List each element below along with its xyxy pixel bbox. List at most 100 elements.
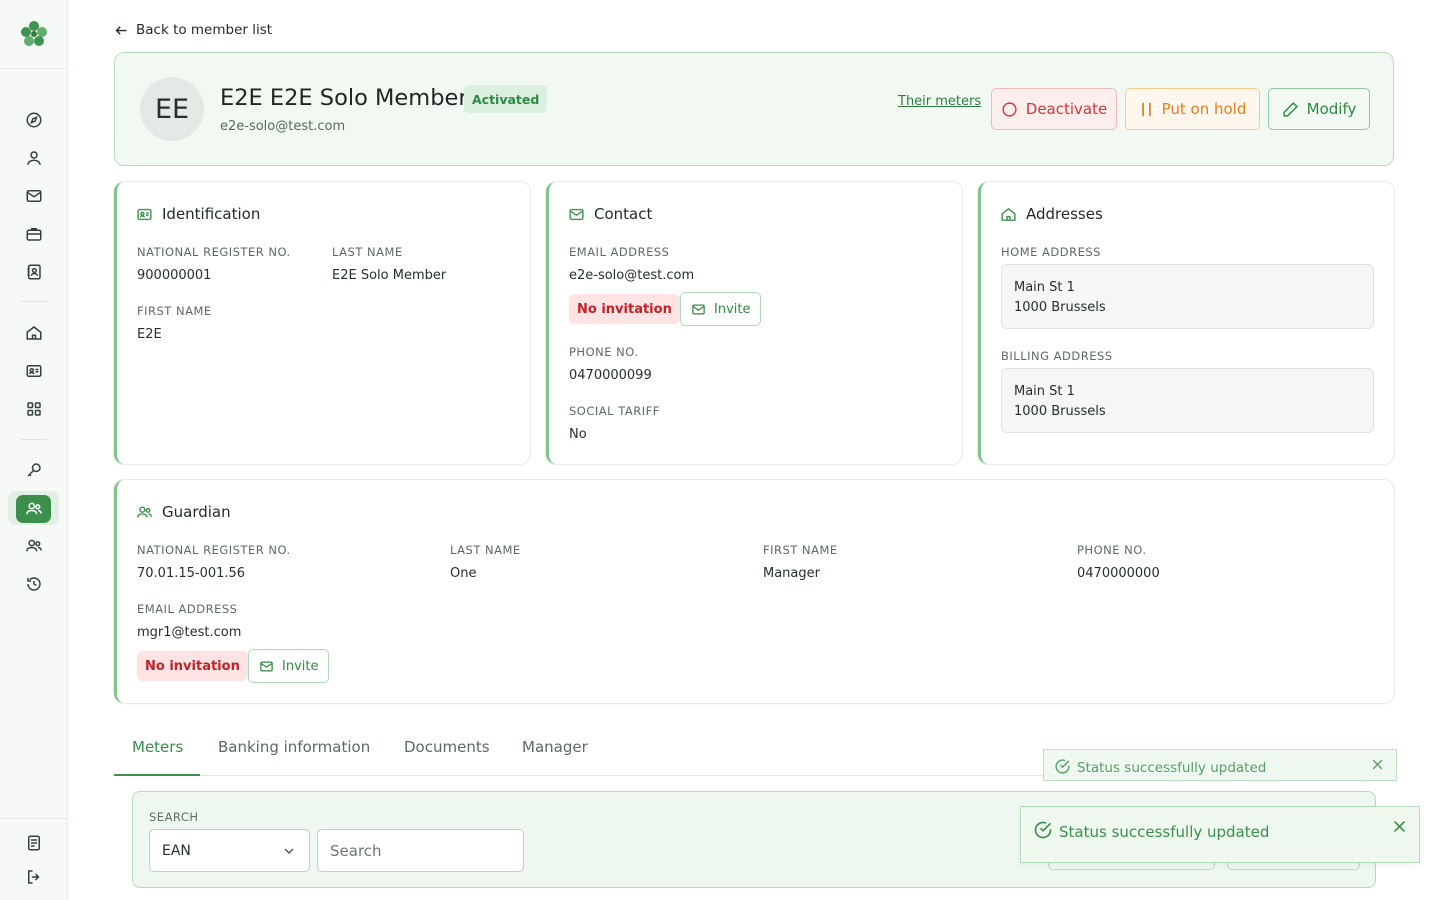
tab-documents[interactable]: Documents xyxy=(404,738,490,756)
contact-book-icon[interactable] xyxy=(24,262,44,282)
addresses-title-text: Addresses xyxy=(1026,205,1103,223)
guardian-title-text: Guardian xyxy=(162,503,231,521)
search-field-selected: EAN xyxy=(162,842,191,859)
toast-message: Status successfully updated xyxy=(1077,760,1267,776)
search-field-select[interactable]: EAN xyxy=(149,829,310,872)
tab-manager[interactable]: Manager xyxy=(522,738,588,756)
first-name-value: E2E xyxy=(137,327,162,342)
their-meters-link[interactable]: Their meters xyxy=(898,94,981,109)
check-circle-icon xyxy=(1033,820,1053,844)
arrow-left-icon xyxy=(114,23,129,38)
member-email: e2e-solo@test.com xyxy=(220,119,346,134)
group-icon[interactable] xyxy=(24,536,44,556)
guardian-first-name-value: Manager xyxy=(763,566,820,581)
group-icon xyxy=(136,504,153,521)
billing-address-line2: 1000 Brussels xyxy=(1014,404,1106,419)
briefcase-icon[interactable] xyxy=(24,224,44,244)
check-circle-icon xyxy=(1054,758,1071,779)
guardian-first-name-label: FIRST NAME xyxy=(763,543,838,557)
pause-icon xyxy=(1139,101,1154,118)
search-input[interactable] xyxy=(317,829,524,872)
sidebar-divider xyxy=(0,818,68,819)
guardian-national-register-label: NATIONAL REGISTER NO. xyxy=(137,543,291,557)
close-icon[interactable] xyxy=(1370,757,1385,776)
toast-message: Status successfully updated xyxy=(1059,823,1270,841)
history-icon[interactable] xyxy=(24,574,44,594)
first-name-label: FIRST NAME xyxy=(137,304,212,318)
guardian-email-label: EMAIL ADDRESS xyxy=(137,602,238,616)
invite-label: Invite xyxy=(714,301,751,317)
guardian-invite-label: Invite xyxy=(282,658,319,674)
addresses-title: Addresses xyxy=(1000,205,1103,223)
mail-icon xyxy=(259,659,274,674)
mail-icon xyxy=(568,206,585,223)
sidebar-divider xyxy=(21,301,47,302)
home-address-label: HOME ADDRESS xyxy=(1001,245,1101,259)
close-icon[interactable] xyxy=(1391,818,1408,839)
app-logo[interactable] xyxy=(19,19,49,49)
contact-title: Contact xyxy=(568,205,652,223)
id-card-icon[interactable] xyxy=(24,361,44,381)
last-name-value: E2E Solo Member xyxy=(332,268,447,283)
billing-address-label: BILLING ADDRESS xyxy=(1001,349,1113,363)
guardian-title: Guardian xyxy=(136,503,231,521)
mail-icon[interactable] xyxy=(24,186,44,206)
compass-icon[interactable] xyxy=(24,110,44,130)
home-icon xyxy=(1000,206,1017,223)
billing-address-box: Main St 1 1000 Brussels xyxy=(1001,368,1374,433)
toast-notification: Status successfully updated xyxy=(1043,749,1397,781)
key-icon[interactable] xyxy=(24,460,44,480)
id-card-icon xyxy=(136,206,153,223)
guardian-invite-button[interactable]: Invite xyxy=(248,649,330,683)
contact-card: Contact EMAIL ADDRESS e2e-solo@test.com … xyxy=(546,182,962,464)
active-tab-indicator xyxy=(114,774,200,776)
national-register-value: 900000001 xyxy=(137,268,212,283)
back-link-label: Back to member list xyxy=(136,22,273,38)
user-icon[interactable] xyxy=(24,148,44,168)
sidebar xyxy=(0,0,68,900)
billing-address-line1: Main St 1 xyxy=(1014,384,1075,399)
members-icon[interactable] xyxy=(16,495,51,523)
toast-notification: Status successfully updated xyxy=(1020,806,1420,863)
guardian-last-name-label: LAST NAME xyxy=(450,543,521,557)
member-name: E2E E2E Solo Member xyxy=(220,85,468,111)
circle-icon xyxy=(1001,101,1018,118)
document-icon[interactable] xyxy=(24,833,44,853)
email-value: e2e-solo@test.com xyxy=(569,268,695,283)
guardian-phone-label: PHONE NO. xyxy=(1077,543,1147,557)
invite-button[interactable]: Invite xyxy=(680,292,762,326)
modify-label: Modify xyxy=(1306,100,1357,118)
identification-title-text: Identification xyxy=(162,205,261,223)
tab-meters[interactable]: Meters xyxy=(132,738,183,756)
deactivate-button[interactable]: Deactivate xyxy=(991,88,1117,130)
email-label: EMAIL ADDRESS xyxy=(569,245,670,259)
guardian-email-value: mgr1@test.com xyxy=(137,625,242,640)
search-label: SEARCH xyxy=(149,810,199,824)
chevron-down-icon xyxy=(281,843,297,859)
identification-card: Identification NATIONAL REGISTER NO. 900… xyxy=(114,182,530,464)
guardian-card: Guardian NATIONAL REGISTER NO. 70.01.15-… xyxy=(114,480,1394,703)
back-to-member-list-link[interactable]: Back to member list xyxy=(114,20,272,40)
member-header-card: EE E2E E2E Solo Member Activated e2e-sol… xyxy=(114,52,1394,166)
guardian-last-name-value: One xyxy=(450,566,477,581)
put-on-hold-label: Put on hold xyxy=(1161,100,1247,118)
home-address-line2: 1000 Brussels xyxy=(1014,300,1106,315)
tab-banking-information[interactable]: Banking information xyxy=(218,738,370,756)
modify-button[interactable]: Modify xyxy=(1268,88,1370,130)
put-on-hold-button[interactable]: Put on hold xyxy=(1125,88,1260,130)
avatar: EE xyxy=(140,77,204,141)
last-name-label: LAST NAME xyxy=(332,245,403,259)
status-badge: Activated xyxy=(464,85,548,113)
social-tariff-label: SOCIAL TARIFF xyxy=(569,404,660,418)
grid-icon[interactable] xyxy=(24,399,44,419)
home-address-box: Main St 1 1000 Brussels xyxy=(1001,264,1374,329)
pencil-icon xyxy=(1282,101,1299,118)
guardian-invitation-status-badge: No invitation xyxy=(137,651,248,681)
invitation-status-badge: No invitation xyxy=(569,294,680,324)
home-icon[interactable] xyxy=(24,323,44,343)
deactivate-label: Deactivate xyxy=(1025,100,1108,118)
logout-icon[interactable] xyxy=(24,867,44,887)
mail-icon xyxy=(691,302,706,317)
guardian-national-register-value: 70.01.15-001.56 xyxy=(137,566,246,581)
home-address-line1: Main St 1 xyxy=(1014,280,1075,295)
